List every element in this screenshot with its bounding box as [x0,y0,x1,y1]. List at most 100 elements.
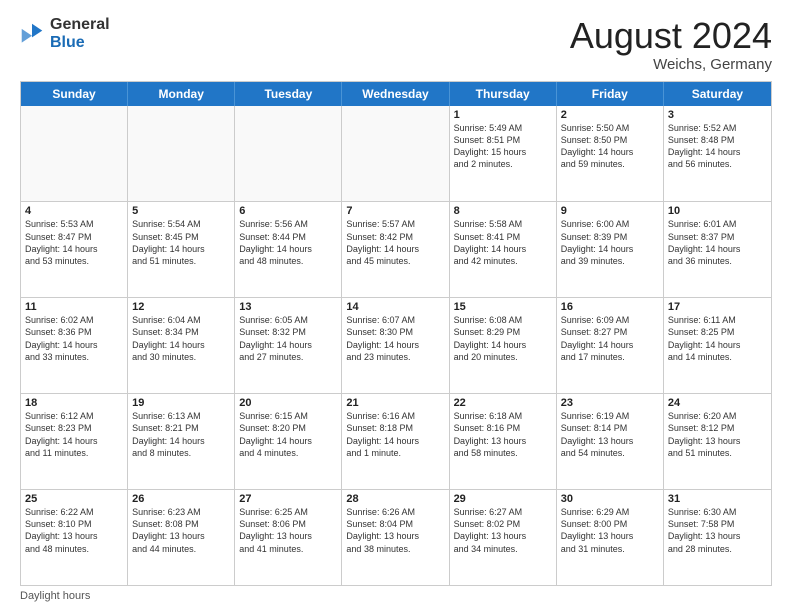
day-info: Sunrise: 5:54 AMSunset: 8:45 PMDaylight:… [132,218,230,267]
day-number: 8 [454,205,552,217]
day-number: 4 [25,205,123,217]
day-26: 26Sunrise: 6:23 AMSunset: 8:08 PMDayligh… [128,490,235,585]
day-10: 10Sunrise: 6:01 AMSunset: 8:37 PMDayligh… [664,202,771,297]
header-day-tuesday: Tuesday [235,82,342,106]
day-info: Sunrise: 6:29 AMSunset: 8:00 PMDaylight:… [561,506,659,555]
day-number: 27 [239,493,337,505]
day-info: Sunrise: 6:01 AMSunset: 8:37 PMDaylight:… [668,218,767,267]
day-3: 3Sunrise: 5:52 AMSunset: 8:48 PMDaylight… [664,106,771,202]
calendar-row-2: 4Sunrise: 5:53 AMSunset: 8:47 PMDaylight… [21,201,771,297]
day-info: Sunrise: 5:49 AMSunset: 8:51 PMDaylight:… [454,122,552,171]
month-title: August 2024 [570,16,772,56]
calendar-body: 1Sunrise: 5:49 AMSunset: 8:51 PMDaylight… [21,106,771,585]
day-27: 27Sunrise: 6:25 AMSunset: 8:06 PMDayligh… [235,490,342,585]
day-number: 25 [25,493,123,505]
day-number: 15 [454,301,552,313]
day-number: 14 [346,301,444,313]
day-25: 25Sunrise: 6:22 AMSunset: 8:10 PMDayligh… [21,490,128,585]
empty-cell [235,106,342,202]
empty-cell [128,106,235,202]
header-day-sunday: Sunday [21,82,128,106]
day-info: Sunrise: 6:04 AMSunset: 8:34 PMDaylight:… [132,314,230,363]
day-number: 10 [668,205,767,217]
calendar: SundayMondayTuesdayWednesdayThursdayFrid… [20,81,772,586]
calendar-row-5: 25Sunrise: 6:22 AMSunset: 8:10 PMDayligh… [21,489,771,585]
day-5: 5Sunrise: 5:54 AMSunset: 8:45 PMDaylight… [128,202,235,297]
day-info: Sunrise: 6:23 AMSunset: 8:08 PMDaylight:… [132,506,230,555]
day-info: Sunrise: 6:22 AMSunset: 8:10 PMDaylight:… [25,506,123,555]
header-day-saturday: Saturday [664,82,771,106]
location: Weichs, Germany [570,56,772,73]
day-number: 22 [454,397,552,409]
day-number: 1 [454,109,552,121]
day-info: Sunrise: 6:25 AMSunset: 8:06 PMDaylight:… [239,506,337,555]
day-23: 23Sunrise: 6:19 AMSunset: 8:14 PMDayligh… [557,394,664,489]
day-19: 19Sunrise: 6:13 AMSunset: 8:21 PMDayligh… [128,394,235,489]
day-30: 30Sunrise: 6:29 AMSunset: 8:00 PMDayligh… [557,490,664,585]
day-info: Sunrise: 6:00 AMSunset: 8:39 PMDaylight:… [561,218,659,267]
day-28: 28Sunrise: 6:26 AMSunset: 8:04 PMDayligh… [342,490,449,585]
day-info: Sunrise: 6:08 AMSunset: 8:29 PMDaylight:… [454,314,552,363]
footer-note: Daylight hours [20,586,772,602]
day-29: 29Sunrise: 6:27 AMSunset: 8:02 PMDayligh… [450,490,557,585]
day-13: 13Sunrise: 6:05 AMSunset: 8:32 PMDayligh… [235,298,342,393]
day-info: Sunrise: 5:57 AMSunset: 8:42 PMDaylight:… [346,218,444,267]
day-info: Sunrise: 5:53 AMSunset: 8:47 PMDaylight:… [25,218,123,267]
day-number: 7 [346,205,444,217]
title-block: August 2024 Weichs, Germany [570,16,772,73]
day-31: 31Sunrise: 6:30 AMSunset: 7:58 PMDayligh… [664,490,771,585]
day-number: 2 [561,109,659,121]
header: General Blue August 2024 Weichs, Germany [20,16,772,73]
day-info: Sunrise: 6:20 AMSunset: 8:12 PMDaylight:… [668,410,767,459]
day-number: 28 [346,493,444,505]
day-number: 24 [668,397,767,409]
day-9: 9Sunrise: 6:00 AMSunset: 8:39 PMDaylight… [557,202,664,297]
day-info: Sunrise: 5:52 AMSunset: 8:48 PMDaylight:… [668,122,767,171]
day-info: Sunrise: 6:18 AMSunset: 8:16 PMDaylight:… [454,410,552,459]
calendar-row-4: 18Sunrise: 6:12 AMSunset: 8:23 PMDayligh… [21,393,771,489]
day-8: 8Sunrise: 5:58 AMSunset: 8:41 PMDaylight… [450,202,557,297]
day-info: Sunrise: 6:07 AMSunset: 8:30 PMDaylight:… [346,314,444,363]
day-number: 3 [668,109,767,121]
calendar-row-3: 11Sunrise: 6:02 AMSunset: 8:36 PMDayligh… [21,297,771,393]
logo-general-label: General [50,16,110,34]
day-20: 20Sunrise: 6:15 AMSunset: 8:20 PMDayligh… [235,394,342,489]
header-day-monday: Monday [128,82,235,106]
day-21: 21Sunrise: 6:16 AMSunset: 8:18 PMDayligh… [342,394,449,489]
header-day-wednesday: Wednesday [342,82,449,106]
day-number: 19 [132,397,230,409]
day-number: 16 [561,301,659,313]
day-7: 7Sunrise: 5:57 AMSunset: 8:42 PMDaylight… [342,202,449,297]
day-6: 6Sunrise: 5:56 AMSunset: 8:44 PMDaylight… [235,202,342,297]
day-info: Sunrise: 6:05 AMSunset: 8:32 PMDaylight:… [239,314,337,363]
day-info: Sunrise: 6:09 AMSunset: 8:27 PMDaylight:… [561,314,659,363]
day-number: 29 [454,493,552,505]
logo: General Blue [20,16,110,51]
day-number: 17 [668,301,767,313]
day-number: 31 [668,493,767,505]
day-17: 17Sunrise: 6:11 AMSunset: 8:25 PMDayligh… [664,298,771,393]
day-number: 12 [132,301,230,313]
day-22: 22Sunrise: 6:18 AMSunset: 8:16 PMDayligh… [450,394,557,489]
day-info: Sunrise: 6:30 AMSunset: 7:58 PMDaylight:… [668,506,767,555]
day-info: Sunrise: 6:11 AMSunset: 8:25 PMDaylight:… [668,314,767,363]
day-info: Sunrise: 6:15 AMSunset: 8:20 PMDaylight:… [239,410,337,459]
day-11: 11Sunrise: 6:02 AMSunset: 8:36 PMDayligh… [21,298,128,393]
day-number: 6 [239,205,337,217]
empty-cell [21,106,128,202]
day-1: 1Sunrise: 5:49 AMSunset: 8:51 PMDaylight… [450,106,557,202]
day-number: 26 [132,493,230,505]
day-4: 4Sunrise: 5:53 AMSunset: 8:47 PMDaylight… [21,202,128,297]
day-info: Sunrise: 5:50 AMSunset: 8:50 PMDaylight:… [561,122,659,171]
day-number: 5 [132,205,230,217]
empty-cell [342,106,449,202]
day-info: Sunrise: 6:27 AMSunset: 8:02 PMDaylight:… [454,506,552,555]
day-info: Sunrise: 6:02 AMSunset: 8:36 PMDaylight:… [25,314,123,363]
calendar-row-1: 1Sunrise: 5:49 AMSunset: 8:51 PMDaylight… [21,106,771,202]
day-number: 21 [346,397,444,409]
day-24: 24Sunrise: 6:20 AMSunset: 8:12 PMDayligh… [664,394,771,489]
day-info: Sunrise: 5:56 AMSunset: 8:44 PMDaylight:… [239,218,337,267]
day-number: 23 [561,397,659,409]
day-info: Sunrise: 6:13 AMSunset: 8:21 PMDaylight:… [132,410,230,459]
calendar-header: SundayMondayTuesdayWednesdayThursdayFrid… [21,82,771,106]
